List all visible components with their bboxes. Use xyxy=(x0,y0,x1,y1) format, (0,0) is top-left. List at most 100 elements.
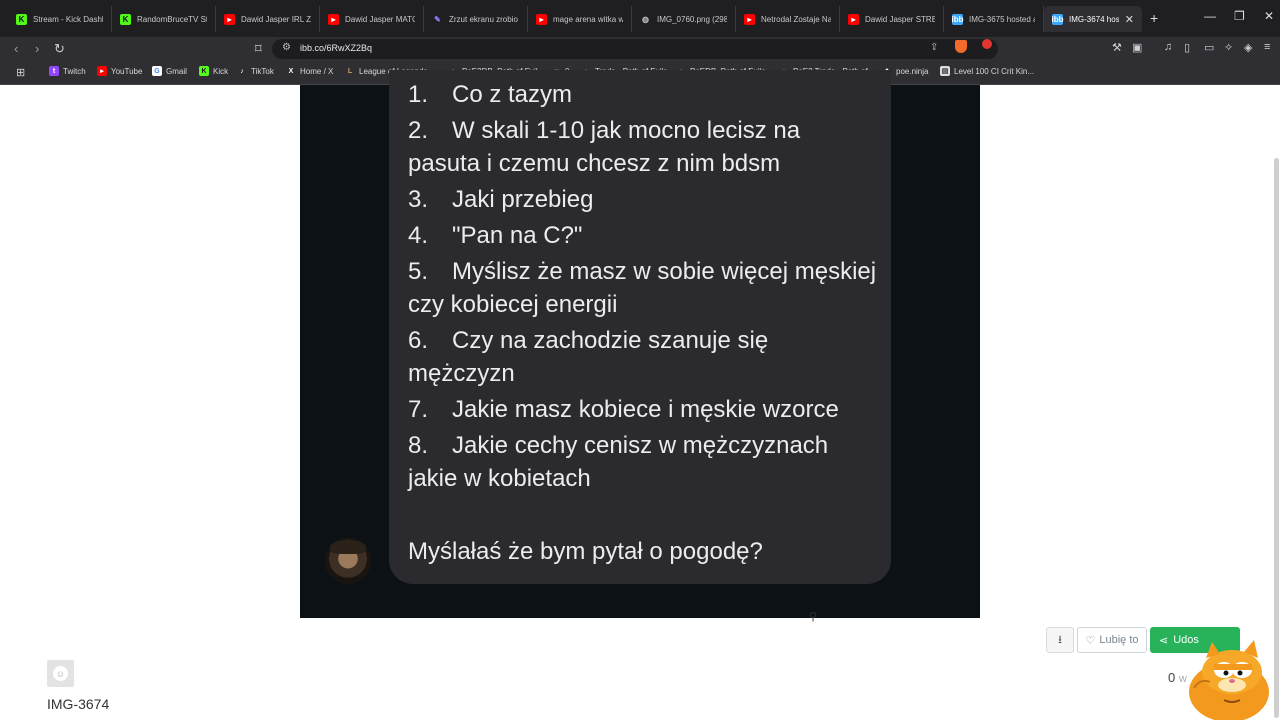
zoom-cursor-icon: ⚲ xyxy=(809,611,818,623)
close-tab-icon[interactable]: ✕ xyxy=(1125,13,1134,26)
bookmark-tiktok[interactable]: ♪ TikTok xyxy=(237,66,274,76)
forward-icon[interactable]: › xyxy=(35,41,39,56)
bookmark-youtube[interactable]: ▸ YouTube xyxy=(97,66,142,76)
bookmark-label: Level 100 CI Crit Kin... xyxy=(954,66,1035,76)
bookmark-icon[interactable]: ⌑ xyxy=(255,41,262,57)
tab-img-3674[interactable]: ibb IMG-3674 hoste ✕ xyxy=(1044,6,1142,32)
tab-label: Stream - Kick Dashb xyxy=(33,14,103,24)
kick-icon: K xyxy=(199,66,209,76)
extensions-icon[interactable]: ⚒ xyxy=(1112,41,1122,54)
bookmark-label: Home / X xyxy=(300,66,334,76)
site-info-icon[interactable]: ⚙ xyxy=(282,42,291,53)
bookmark-label: YouTube xyxy=(111,66,143,76)
new-tab-button[interactable]: + xyxy=(1150,10,1158,26)
like-button[interactable]: ♡ Lubię to xyxy=(1077,627,1147,653)
address-bar[interactable]: ⚙ ibb.co/6RwXZ2Bq ⇪ xyxy=(272,39,998,59)
bookmark-label: Kick xyxy=(213,66,229,76)
bookmark-label: Twitch xyxy=(63,66,86,76)
bookmark-level100[interactable]: ▤ Level 100 CI Crit Kin... xyxy=(940,66,1034,76)
doc-icon: ▤ xyxy=(940,66,950,76)
share-icon: ⋖ xyxy=(1159,634,1169,647)
tab-label: Dawid Jasper MATC xyxy=(345,14,415,24)
tab-label: Dawid Jasper STREA xyxy=(865,14,935,24)
url-text[interactable]: ibb.co/6RwXZ2Bq xyxy=(300,43,372,53)
pen-icon: ✎ xyxy=(434,14,441,24)
share-page-icon[interactable]: ⇪ xyxy=(930,42,938,53)
garfield-sticker xyxy=(1189,640,1269,720)
toolbar: ‹ › ↻ ⌑ ⚙ ibb.co/6RwXZ2Bq ⇪ xyxy=(0,37,1280,62)
question-item: 3. Jaki przebieg xyxy=(408,186,594,213)
lol-icon: L xyxy=(347,67,353,75)
rewards-icon[interactable] xyxy=(982,39,992,49)
heart-icon: ♡ xyxy=(1085,634,1096,647)
download-button[interactable]: ⭳ xyxy=(1046,627,1074,653)
question-item: 6. Czy na zachodzie szanuje się mężczyzn xyxy=(408,327,769,387)
sidebar-icon[interactable]: ▯ xyxy=(1184,41,1190,54)
kick-icon: K xyxy=(120,13,131,25)
tab-randombruce[interactable]: K RandomBruceTV St xyxy=(112,6,216,32)
tab-dawid-irl[interactable]: ▸ Dawid Jasper IRL Z xyxy=(216,6,320,32)
tab-img-0760[interactable]: ◍ IMG_0760.png (298 xyxy=(632,6,736,32)
twitch-icon: t xyxy=(49,66,59,76)
apps-grid-icon[interactable]: ⊞ xyxy=(16,66,25,79)
bookmark-gmail[interactable]: G Gmail xyxy=(152,66,187,76)
bookmark-label: TikTok xyxy=(251,66,274,76)
uploader-avatar[interactable]: ☺ xyxy=(47,660,74,687)
youtube-icon: ▸ xyxy=(744,13,755,25)
sender-avatar xyxy=(325,538,371,584)
download-icon: ⭳ xyxy=(1058,633,1062,646)
bookmark-label: Gmail xyxy=(166,66,187,76)
tab-label: Dawid Jasper IRL Z xyxy=(241,14,311,24)
tab-label: Netrodal Zostaje Na xyxy=(761,14,831,24)
tab-dawid-match[interactable]: ▸ Dawid Jasper MATC xyxy=(320,6,424,32)
globe-icon: ◍ xyxy=(642,14,649,24)
youtube-icon: ▸ xyxy=(97,66,107,76)
tab-netrodal[interactable]: ▸ Netrodal Zostaje Na xyxy=(736,6,840,32)
minimize-icon[interactable]: — xyxy=(1204,9,1216,23)
ibb-icon: ibb xyxy=(951,13,964,25)
reload-icon[interactable]: ↻ xyxy=(54,41,65,57)
tab-zrzut[interactable]: ✎ Zrzut ekranu zrobio xyxy=(424,6,528,32)
like-label: Lubię to xyxy=(1099,634,1139,646)
tab-label: RandomBruceTV St xyxy=(137,14,207,24)
brave-shield-icon[interactable] xyxy=(955,40,967,53)
youtube-icon: ▸ xyxy=(536,13,547,25)
bookmark-x[interactable]: X Home / X xyxy=(286,66,334,76)
tab-kick-dashboard[interactable]: K Stream - Kick Dashb xyxy=(8,6,112,32)
wallet-icon[interactable]: ▭ xyxy=(1204,41,1214,54)
question-item: 5. Myślisz że masz w sobie więcej męskiej… xyxy=(408,258,877,318)
menu-icon[interactable]: ≡ xyxy=(1264,41,1270,53)
restore-icon[interactable]: ❐ xyxy=(1234,9,1245,23)
back-icon[interactable]: ‹ xyxy=(14,41,18,56)
tab-label: IMG_0760.png (298 xyxy=(657,14,727,24)
kick-icon: K xyxy=(16,13,27,25)
closing-message: Myślałaś że bym pytał o pogodę? xyxy=(408,538,763,565)
leo-icon[interactable]: ✧ xyxy=(1224,41,1233,54)
youtube-icon: ▸ xyxy=(848,13,859,25)
smiley-icon: ☺ xyxy=(53,666,68,681)
tab-label: mage arena witka w xyxy=(553,14,623,24)
google-icon: G xyxy=(152,66,162,76)
tiktok-icon: ♪ xyxy=(240,67,244,75)
close-window-icon[interactable]: ✕ xyxy=(1264,9,1274,23)
media-icon[interactable]: ♫ xyxy=(1164,41,1172,53)
question-item: 2. W skali 1-10 jak mocno lecisz na pasut… xyxy=(408,117,801,177)
question-item: 8. Jakie cechy cenisz w mężczyznach jakie… xyxy=(408,432,829,492)
youtube-icon: ▸ xyxy=(224,13,235,25)
bookmark-kick[interactable]: K Kick xyxy=(199,66,228,76)
tab-strip: K Stream - Kick Dashb K RandomBruceTV St… xyxy=(0,0,1280,37)
tab-label: IMG-3674 hoste xyxy=(1069,14,1119,24)
bookmark-label: poe.ninja xyxy=(896,66,929,76)
tab-dawid-stream[interactable]: ▸ Dawid Jasper STREA xyxy=(840,6,944,32)
translate-icon[interactable]: ▣ xyxy=(1132,41,1142,54)
question-item: 4. "Pan na C?" xyxy=(408,222,583,249)
question-item: 1. Co z tazym xyxy=(408,81,573,108)
tab-mage-arena[interactable]: ▸ mage arena witka w xyxy=(528,6,632,32)
tab-label: IMG-3675 hosted at xyxy=(969,14,1035,24)
bookmark-twitch[interactable]: t Twitch xyxy=(49,66,86,76)
page-scrollbar[interactable] xyxy=(1274,158,1279,718)
tab-img-3675[interactable]: ibb IMG-3675 hosted at xyxy=(944,6,1044,32)
vpn-icon[interactable]: ◈ xyxy=(1244,41,1252,54)
ibb-icon: ibb xyxy=(1051,13,1064,25)
youtube-icon: ▸ xyxy=(328,13,339,25)
